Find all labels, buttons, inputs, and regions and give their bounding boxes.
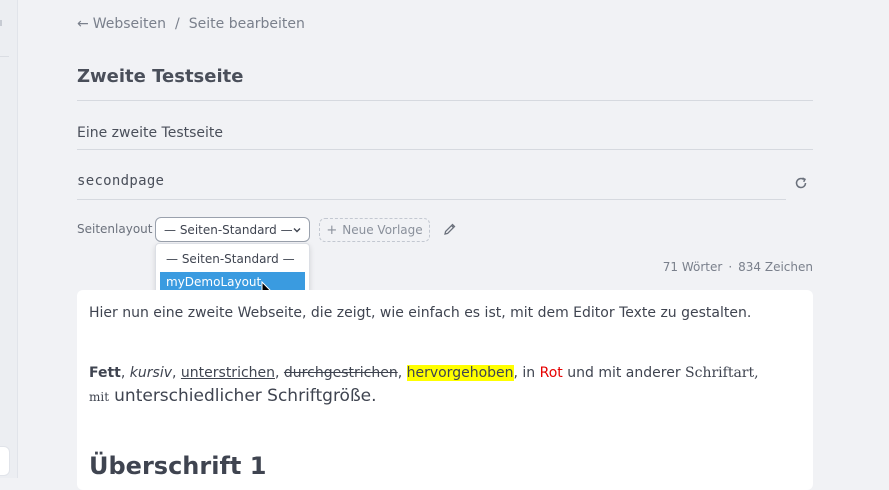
title-underline [77, 100, 813, 101]
chevron-down-icon [293, 228, 301, 233]
word-char-count: 71 Wörter · 834 Zeichen [663, 260, 813, 274]
breadcrumb-current: Seite bearbeiten [188, 16, 305, 32]
highlighted-text: hervorgehoben [406, 365, 514, 381]
underlined-text: unterstrichen [180, 365, 276, 381]
breadcrumb-back-label: Webseiten [92, 16, 167, 32]
strikethrough-text: durchgestrichen [283, 365, 398, 381]
slug-input[interactable]: secondpage [77, 173, 164, 189]
word-count: 71 Wörter [662, 260, 723, 274]
left-rail [0, 0, 18, 478]
other-font-prefix: und mit anderer [567, 365, 681, 381]
breadcrumb-back-link[interactable]: ← Webseiten [77, 16, 166, 32]
editor-paragraph-1: Hier nun eine zweite Webseite, die zeigt… [89, 305, 752, 321]
new-template-button[interactable]: + Neue Vorlage [319, 218, 430, 242]
bold-text: Fett [89, 365, 121, 381]
layout-label: Seitenlayout [77, 222, 153, 236]
editor-paragraph-3: mit unterschiedlicher Schriftgröße. [89, 386, 377, 406]
page-title-input[interactable]: Zweite Testseite [77, 66, 243, 87]
layout-select[interactable]: — Seiten-Standard — [155, 217, 310, 242]
italic-text: kursiv [129, 365, 173, 381]
breadcrumb-separator: / [175, 16, 180, 32]
plus-icon: + [326, 222, 338, 238]
small-text: mit [89, 390, 110, 404]
rail-toggle-tab[interactable] [0, 446, 10, 476]
char-count: 834 Zeichen [738, 260, 813, 274]
in-text: in [522, 365, 536, 381]
breadcrumb: ← Webseiten / Seite bearbeiten [77, 14, 305, 34]
serif-font-text: Schriftart, [685, 365, 759, 381]
rail-tick [0, 20, 2, 26]
editor-heading-1: Überschrift 1 [89, 452, 267, 480]
pencil-icon[interactable] [443, 222, 457, 236]
refresh-icon[interactable] [793, 175, 809, 191]
new-template-label: Neue Vorlage [342, 223, 423, 237]
layout-select-value: — Seiten-Standard — [164, 222, 293, 237]
red-text: Rot [539, 365, 563, 381]
rich-text-editor[interactable]: Hier nun eine zweite Webseite, die zeigt… [77, 290, 813, 490]
arrow-left-icon: ← [77, 16, 89, 32]
description-underline [77, 149, 813, 150]
slug-underline [77, 199, 786, 200]
dropdown-option-default[interactable]: — Seiten-Standard — [160, 249, 305, 270]
editor-paragraph-2: Fett, kursiv, unterstrichen, durchgestri… [89, 365, 759, 381]
count-separator: · [728, 260, 733, 274]
large-text: unterschiedlicher Schriftgröße [114, 386, 372, 406]
page-description-input[interactable]: Eine zweite Testseite [77, 125, 223, 141]
rail-divider [0, 56, 9, 57]
